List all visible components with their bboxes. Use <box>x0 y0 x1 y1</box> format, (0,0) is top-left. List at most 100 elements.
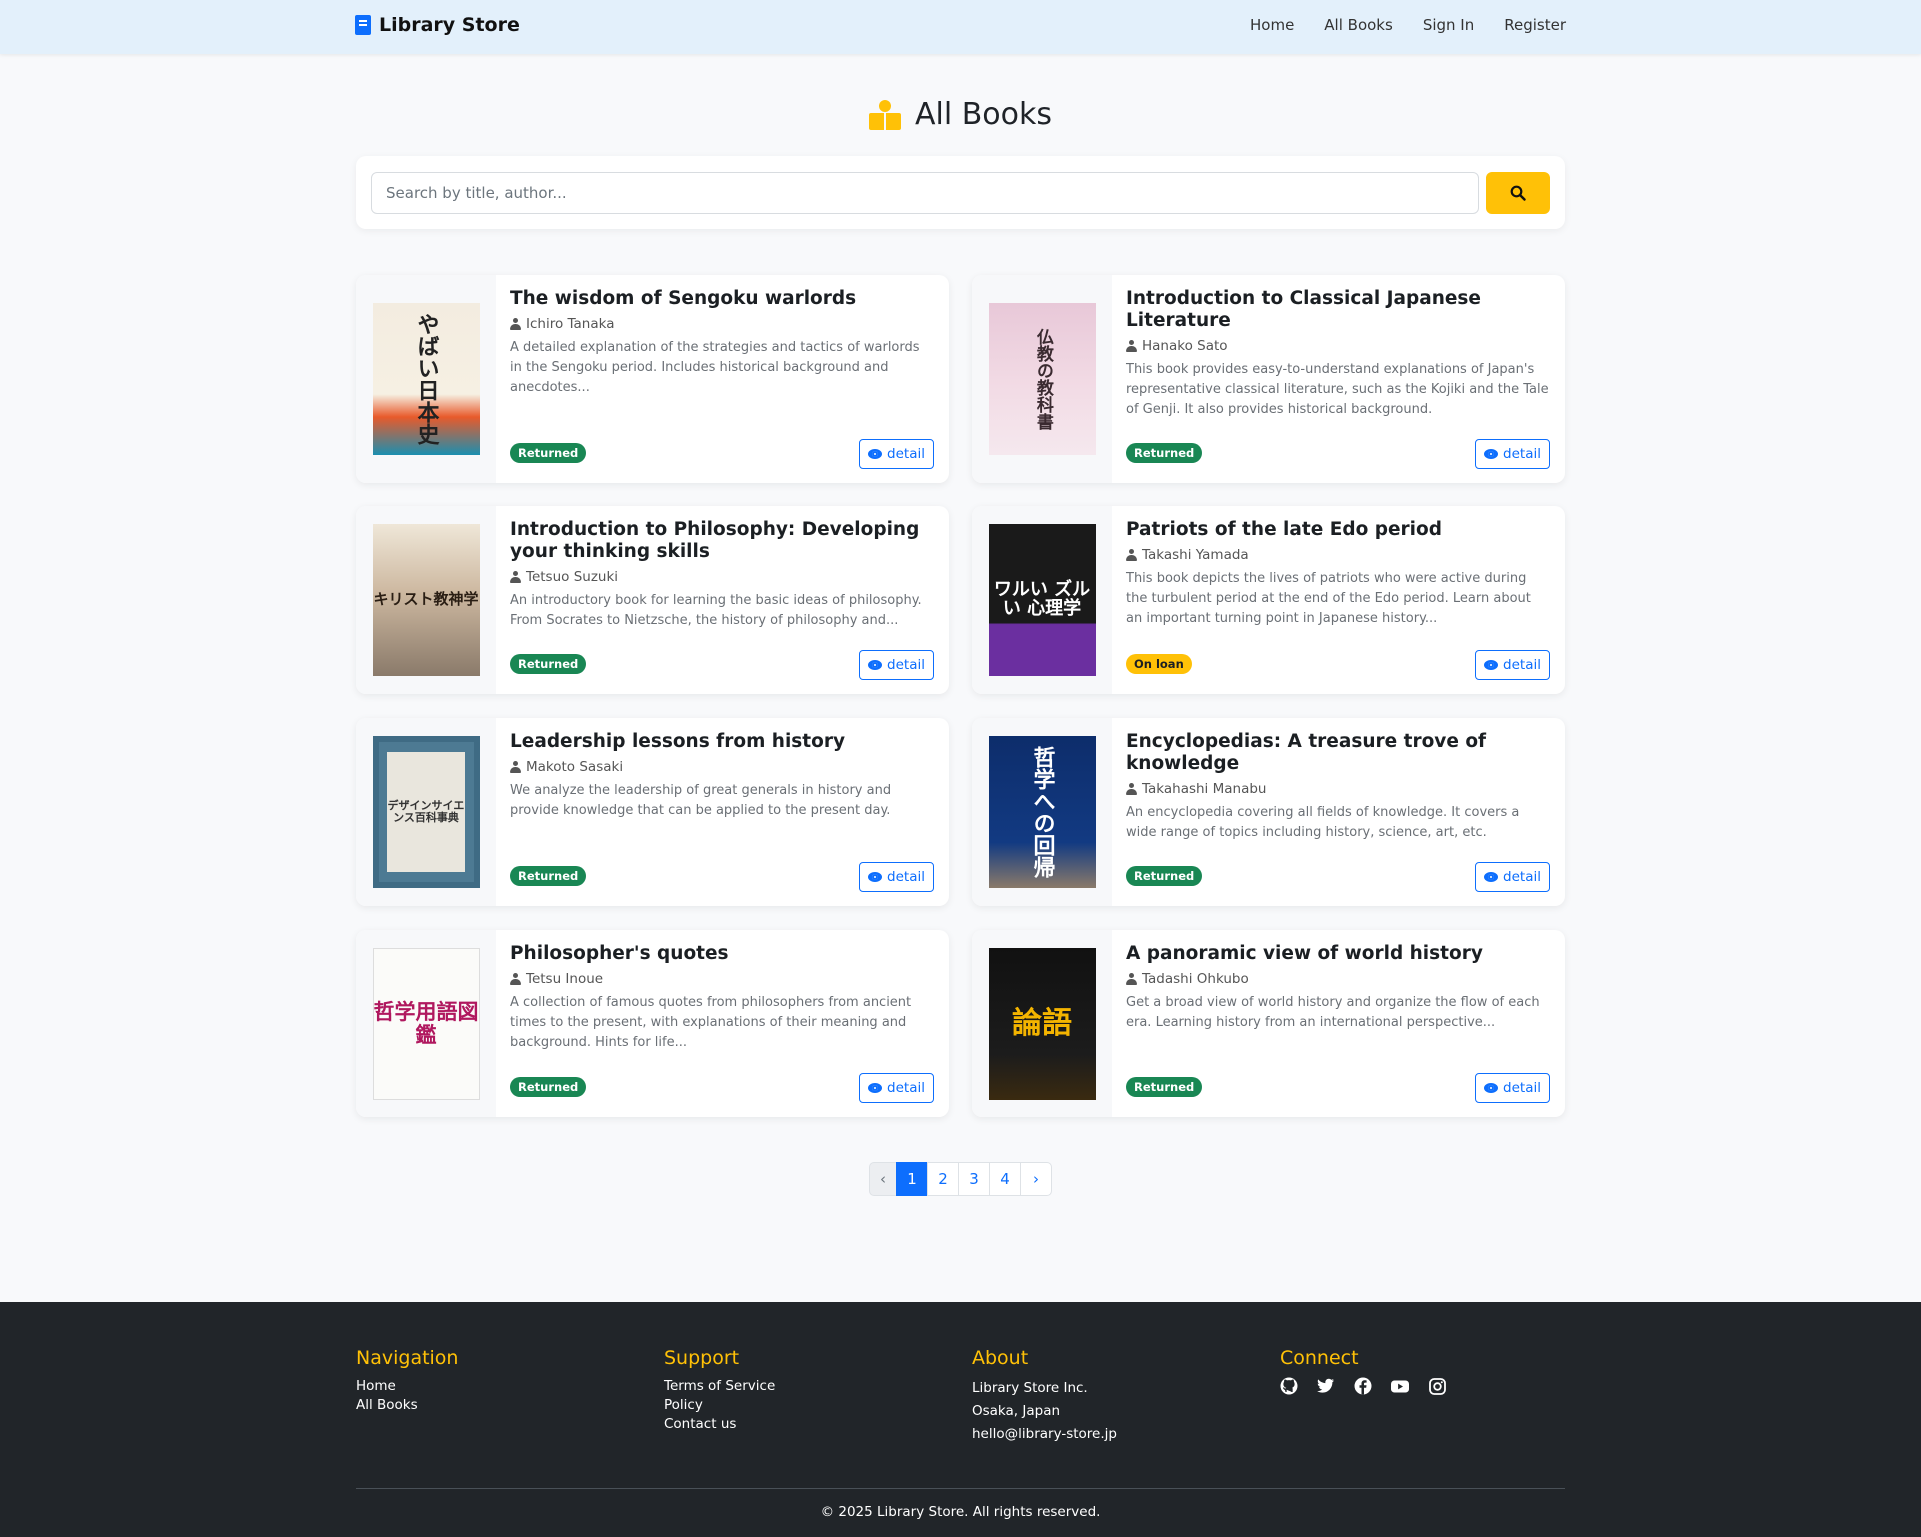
youtube-icon[interactable] <box>1391 1377 1409 1395</box>
footer-link-all-books[interactable]: All Books <box>356 1396 458 1415</box>
page-2-button[interactable]: 2 <box>927 1162 959 1196</box>
person-icon <box>510 761 521 773</box>
book-description: This book depicts the lives of patriots … <box>1126 571 1531 626</box>
book-author: Tetsu Inoue <box>526 971 604 987</box>
eye-icon <box>868 660 883 670</box>
status-badge: Returned <box>510 866 587 886</box>
book-card: 哲学用語図鑑 Philosopher's quotes Tetsu Inoue … <box>356 930 949 1117</box>
book-cover[interactable]: 哲学用語図鑑 <box>356 930 496 1117</box>
book-cover[interactable]: デザインサイエンス百科事典 <box>356 718 496 906</box>
search-card <box>356 156 1565 229</box>
status-badge: Returned <box>1126 443 1203 463</box>
company-email[interactable]: hello@library-store.jp <box>972 1423 1117 1446</box>
page-1-button[interactable]: 1 <box>896 1162 928 1196</box>
eye-icon <box>868 449 883 459</box>
search-icon <box>1510 185 1526 201</box>
brand-link[interactable]: Library Store <box>355 14 520 36</box>
status-badge: Returned <box>510 1077 587 1097</box>
footer-divider <box>356 1488 1565 1489</box>
next-page-button[interactable]: › <box>1020 1162 1052 1196</box>
eye-icon <box>868 1083 883 1093</box>
search-input[interactable] <box>371 172 1479 214</box>
detail-button[interactable]: detail <box>1475 1073 1550 1103</box>
person-icon <box>510 973 521 985</box>
book-author: Makoto Sasaki <box>526 759 624 775</box>
page-3-button[interactable]: 3 <box>958 1162 990 1196</box>
book-icon <box>355 15 371 35</box>
book-cover[interactable]: やばい日本史 <box>356 275 496 483</box>
book-description: We analyze the leadership of great gener… <box>510 783 892 818</box>
page-4-button[interactable]: 4 <box>989 1162 1021 1196</box>
footer-link-policy[interactable]: Policy <box>664 1396 775 1415</box>
footer-heading: Support <box>664 1347 740 1369</box>
detail-button[interactable]: detail <box>859 439 934 469</box>
footer-link-terms[interactable]: Terms of Service <box>664 1377 775 1396</box>
book-cover[interactable]: ワルい ズルい 心理学 <box>972 506 1112 694</box>
book-author: Tetsuo Suzuki <box>526 569 619 585</box>
footer-support: Support Terms of Service Policy Contact … <box>664 1347 775 1434</box>
book-title[interactable]: The wisdom of Sengoku warlords <box>510 288 934 310</box>
footer-about: About Library Store Inc. Osaka, Japan he… <box>972 1347 1117 1446</box>
nav-links: Home All Books Sign In Register <box>1250 16 1566 34</box>
book-title[interactable]: A panoramic view of world history <box>1126 943 1550 965</box>
top-navbar: Library Store Home All Books Sign In Reg… <box>0 0 1921 54</box>
instagram-icon[interactable] <box>1428 1377 1446 1395</box>
person-icon <box>1126 549 1137 561</box>
book-card: 仏教の教科書 Introduction to Classical Japanes… <box>972 275 1565 483</box>
nav-all-books[interactable]: All Books <box>1324 16 1393 34</box>
book-cover[interactable]: 仏教の教科書 <box>972 275 1112 483</box>
page-title: All Books <box>914 97 1053 132</box>
book-title[interactable]: Philosopher's quotes <box>510 943 934 965</box>
book-card: やばい日本史 The wisdom of Sengoku warlords Ic… <box>356 275 949 483</box>
book-cover[interactable]: キリスト教神学 <box>356 506 496 694</box>
book-card: デザインサイエンス百科事典 Leadership lessons from hi… <box>356 718 949 906</box>
person-icon <box>510 318 521 330</box>
detail-button[interactable]: detail <box>859 650 934 680</box>
footer: Navigation Home All Books Support Terms … <box>0 1302 1921 1537</box>
detail-button[interactable]: detail <box>1475 650 1550 680</box>
page-header: All Books <box>0 97 1921 132</box>
footer-link-home[interactable]: Home <box>356 1377 458 1396</box>
book-author: Takashi Yamada <box>1142 547 1249 563</box>
person-icon <box>1126 783 1137 795</box>
book-card: キリスト教神学 Introduction to Philosophy: Deve… <box>356 506 949 694</box>
detail-button[interactable]: detail <box>859 1073 934 1103</box>
nav-sign-in[interactable]: Sign In <box>1423 16 1474 34</box>
book-cover[interactable]: 論語 <box>972 930 1112 1117</box>
brand-name: Library Store <box>379 14 520 36</box>
footer-link-contact[interactable]: Contact us <box>664 1415 775 1434</box>
book-description: An encyclopedia covering all fields of k… <box>1126 805 1520 840</box>
book-title[interactable]: Patriots of the late Edo period <box>1126 519 1550 541</box>
prev-page-button[interactable]: ‹ <box>869 1162 897 1196</box>
book-description: This book provides easy-to-understand ex… <box>1126 362 1549 417</box>
book-card: ワルい ズルい 心理学 Patriots of the late Edo per… <box>972 506 1565 694</box>
book-title[interactable]: Introduction to Classical Japanese Liter… <box>1126 288 1550 332</box>
person-icon <box>510 571 521 583</box>
status-badge: Returned <box>1126 1077 1203 1097</box>
eye-icon <box>1484 660 1499 670</box>
book-title[interactable]: Introduction to Philosophy: Developing y… <box>510 519 934 563</box>
nav-register[interactable]: Register <box>1504 16 1566 34</box>
detail-button[interactable]: detail <box>1475 862 1550 892</box>
book-reader-icon <box>868 99 901 130</box>
footer-heading: About <box>972 1347 1029 1369</box>
github-icon[interactable] <box>1280 1377 1298 1395</box>
book-card: 論語 A panoramic view of world history Tad… <box>972 930 1565 1117</box>
facebook-icon[interactable] <box>1354 1377 1372 1395</box>
eye-icon <box>1484 449 1499 459</box>
nav-home[interactable]: Home <box>1250 16 1294 34</box>
person-icon <box>1126 340 1137 352</box>
twitter-icon[interactable] <box>1317 1377 1335 1395</box>
eye-icon <box>1484 872 1499 882</box>
detail-button[interactable]: detail <box>859 862 934 892</box>
status-badge: Returned <box>510 654 587 674</box>
detail-button[interactable]: detail <box>1475 439 1550 469</box>
status-badge: Returned <box>1126 866 1203 886</box>
book-cover[interactable]: 哲学への回帰 <box>972 718 1112 906</box>
footer-heading: Navigation <box>356 1347 459 1369</box>
footer-heading: Connect <box>1280 1347 1359 1369</box>
search-button[interactable] <box>1486 172 1550 214</box>
book-title[interactable]: Encyclopedias: A treasure trove of knowl… <box>1126 731 1550 775</box>
person-icon <box>1126 973 1137 985</box>
book-title[interactable]: Leadership lessons from history <box>510 731 934 753</box>
